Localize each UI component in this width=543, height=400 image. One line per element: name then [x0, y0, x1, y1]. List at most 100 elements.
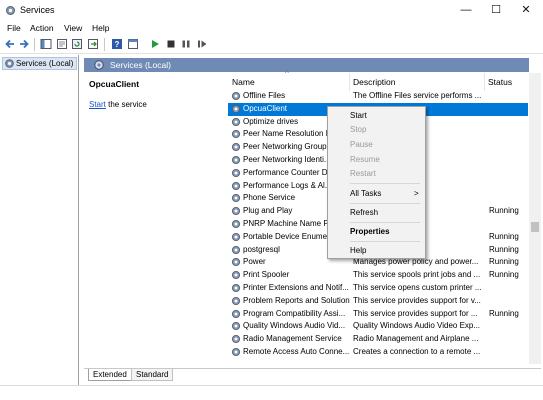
context-menu-start[interactable]: Start [350, 111, 367, 120]
services-gear-icon [5, 59, 14, 68]
service-name: Printer Extensions and Notif... [243, 283, 349, 292]
forward-arrow-icon[interactable] [18, 38, 30, 50]
service-name: Remote Access Auto Conne... [243, 347, 350, 356]
service-gear-icon [231, 117, 241, 127]
service-gear-icon [231, 245, 241, 255]
service-gear-icon [231, 168, 241, 178]
context-menu-help[interactable]: Help [350, 246, 366, 255]
column-header-status[interactable]: Status [484, 77, 529, 91]
menu-file[interactable]: File [7, 23, 21, 33]
service-description: Quality Windows Audio Video Exp... [353, 321, 481, 331]
service-description: Creates a connection to a remote ... [353, 347, 481, 356]
selected-service-title: OpcuaClient [89, 79, 140, 89]
maximize-button[interactable]: ☐ [481, 0, 511, 21]
column-header-name[interactable]: Name [228, 77, 349, 91]
context-menu-separator [350, 241, 420, 242]
service-status: Running [489, 244, 519, 254]
service-row[interactable]: Radio Management Service Radio Management… [228, 333, 528, 346]
context-menu-all-tasks[interactable]: All Tasks [350, 189, 381, 198]
service-name: Offline Files [243, 91, 286, 100]
service-description: This service provides support for v... [353, 295, 481, 305]
service-gear-icon [231, 232, 241, 242]
service-gear-icon [231, 181, 241, 191]
start-service-link[interactable]: Start [89, 100, 106, 109]
service-gear-icon [231, 347, 241, 357]
help-icon[interactable]: ? [111, 38, 123, 50]
context-menu-properties[interactable]: Properties [350, 227, 390, 236]
service-name: Radio Management Service [243, 334, 342, 344]
service-gear-icon [231, 91, 241, 101]
service-row[interactable]: Remote Access Auto Conne... Creates a con… [228, 346, 528, 359]
service-name: Program Compatibility Assi... [243, 308, 346, 318]
service-gear-icon [231, 219, 241, 229]
context-menu-separator [350, 222, 420, 223]
scrollbar-thumb[interactable] [531, 222, 539, 232]
context-menu-restart: Restart [350, 169, 376, 178]
service-status: Running [489, 308, 519, 318]
service-row[interactable]: Print Spooler This service spools print j… [228, 269, 528, 282]
service-description: This service spools print jobs and ... [353, 270, 481, 280]
properties-sheet-icon[interactable] [56, 38, 68, 50]
context-menu-resume: Resume [350, 155, 380, 164]
service-gear-icon [231, 155, 241, 165]
window-title: Services [20, 5, 55, 15]
pause-service-icon[interactable] [180, 38, 192, 50]
service-row[interactable]: Problem Reports and Solution... This serv… [228, 295, 528, 308]
service-status: Running [489, 257, 519, 267]
tab-standard[interactable]: Standard [131, 369, 174, 381]
tab-extended[interactable]: Extended [88, 369, 132, 381]
toolbar-separator [34, 38, 35, 51]
close-button[interactable]: ✕ [511, 0, 541, 21]
context-menu-separator [350, 203, 420, 204]
service-gear-icon [231, 321, 241, 331]
restart-service-icon[interactable] [196, 38, 208, 50]
start-service-text: Start the service [89, 100, 147, 109]
back-arrow-icon[interactable] [4, 38, 16, 50]
stop-service-icon[interactable] [165, 38, 177, 50]
context-menu: Start Stop Pause Resume Restart All Task… [327, 106, 426, 259]
service-status: Running [489, 231, 519, 241]
service-gear-icon [231, 283, 241, 293]
column-header-description[interactable]: Description [349, 77, 483, 91]
status-bar [0, 385, 543, 400]
export-list-icon[interactable] [87, 38, 99, 50]
submenu-arrow-icon: > [414, 189, 419, 198]
service-row[interactable]: Quality Windows Audio Vid... Quality Wind… [228, 320, 528, 333]
service-gear-icon [231, 309, 241, 319]
start-service-suffix: the service [105, 100, 147, 109]
service-gear-icon [231, 270, 241, 280]
service-gear-icon [231, 193, 241, 203]
context-menu-refresh[interactable]: Refresh [350, 208, 378, 217]
context-menu-separator [350, 183, 420, 184]
service-description: The Offline Files service performs ... [353, 91, 482, 100]
menu-view[interactable]: View [64, 23, 82, 33]
service-gear-icon [231, 206, 241, 216]
svg-text:?: ? [115, 40, 120, 49]
vertical-scrollbar[interactable] [529, 73, 541, 364]
context-menu-pause: Pause [350, 140, 373, 149]
menu-help[interactable]: Help [92, 23, 109, 33]
start-service-icon[interactable] [149, 38, 161, 50]
refresh-icon[interactable] [71, 38, 83, 50]
service-description: Radio Management and Airplane ... [353, 334, 479, 344]
service-name: Print Spooler [243, 270, 290, 280]
context-menu-stop: Stop [350, 125, 367, 134]
services-app-icon [6, 6, 15, 15]
service-row[interactable]: Offline Files The Offline Files service p… [228, 90, 528, 103]
service-gear-icon [231, 142, 241, 152]
service-row[interactable]: Program Compatibility Assi... This servic… [228, 308, 528, 321]
service-row[interactable]: Printer Extensions and Notif... This serv… [228, 282, 528, 295]
console-window-icon[interactable] [127, 38, 139, 50]
tree-item-label: Services (Local) [16, 59, 74, 68]
service-name: Problem Reports and Solution... [243, 295, 350, 305]
menu-action[interactable]: Action [30, 23, 54, 33]
service-description: This service opens custom printer ... [353, 283, 482, 292]
console-tree-pane [0, 55, 79, 385]
service-name: Quality Windows Audio Vid... [243, 321, 346, 331]
toolbar-separator [104, 38, 105, 51]
show-hide-console-tree-icon[interactable] [40, 38, 52, 50]
minimize-button[interactable]: — [451, 0, 481, 21]
service-status: Running [489, 270, 519, 280]
service-gear-icon [231, 129, 241, 139]
service-gear-icon [231, 296, 241, 306]
